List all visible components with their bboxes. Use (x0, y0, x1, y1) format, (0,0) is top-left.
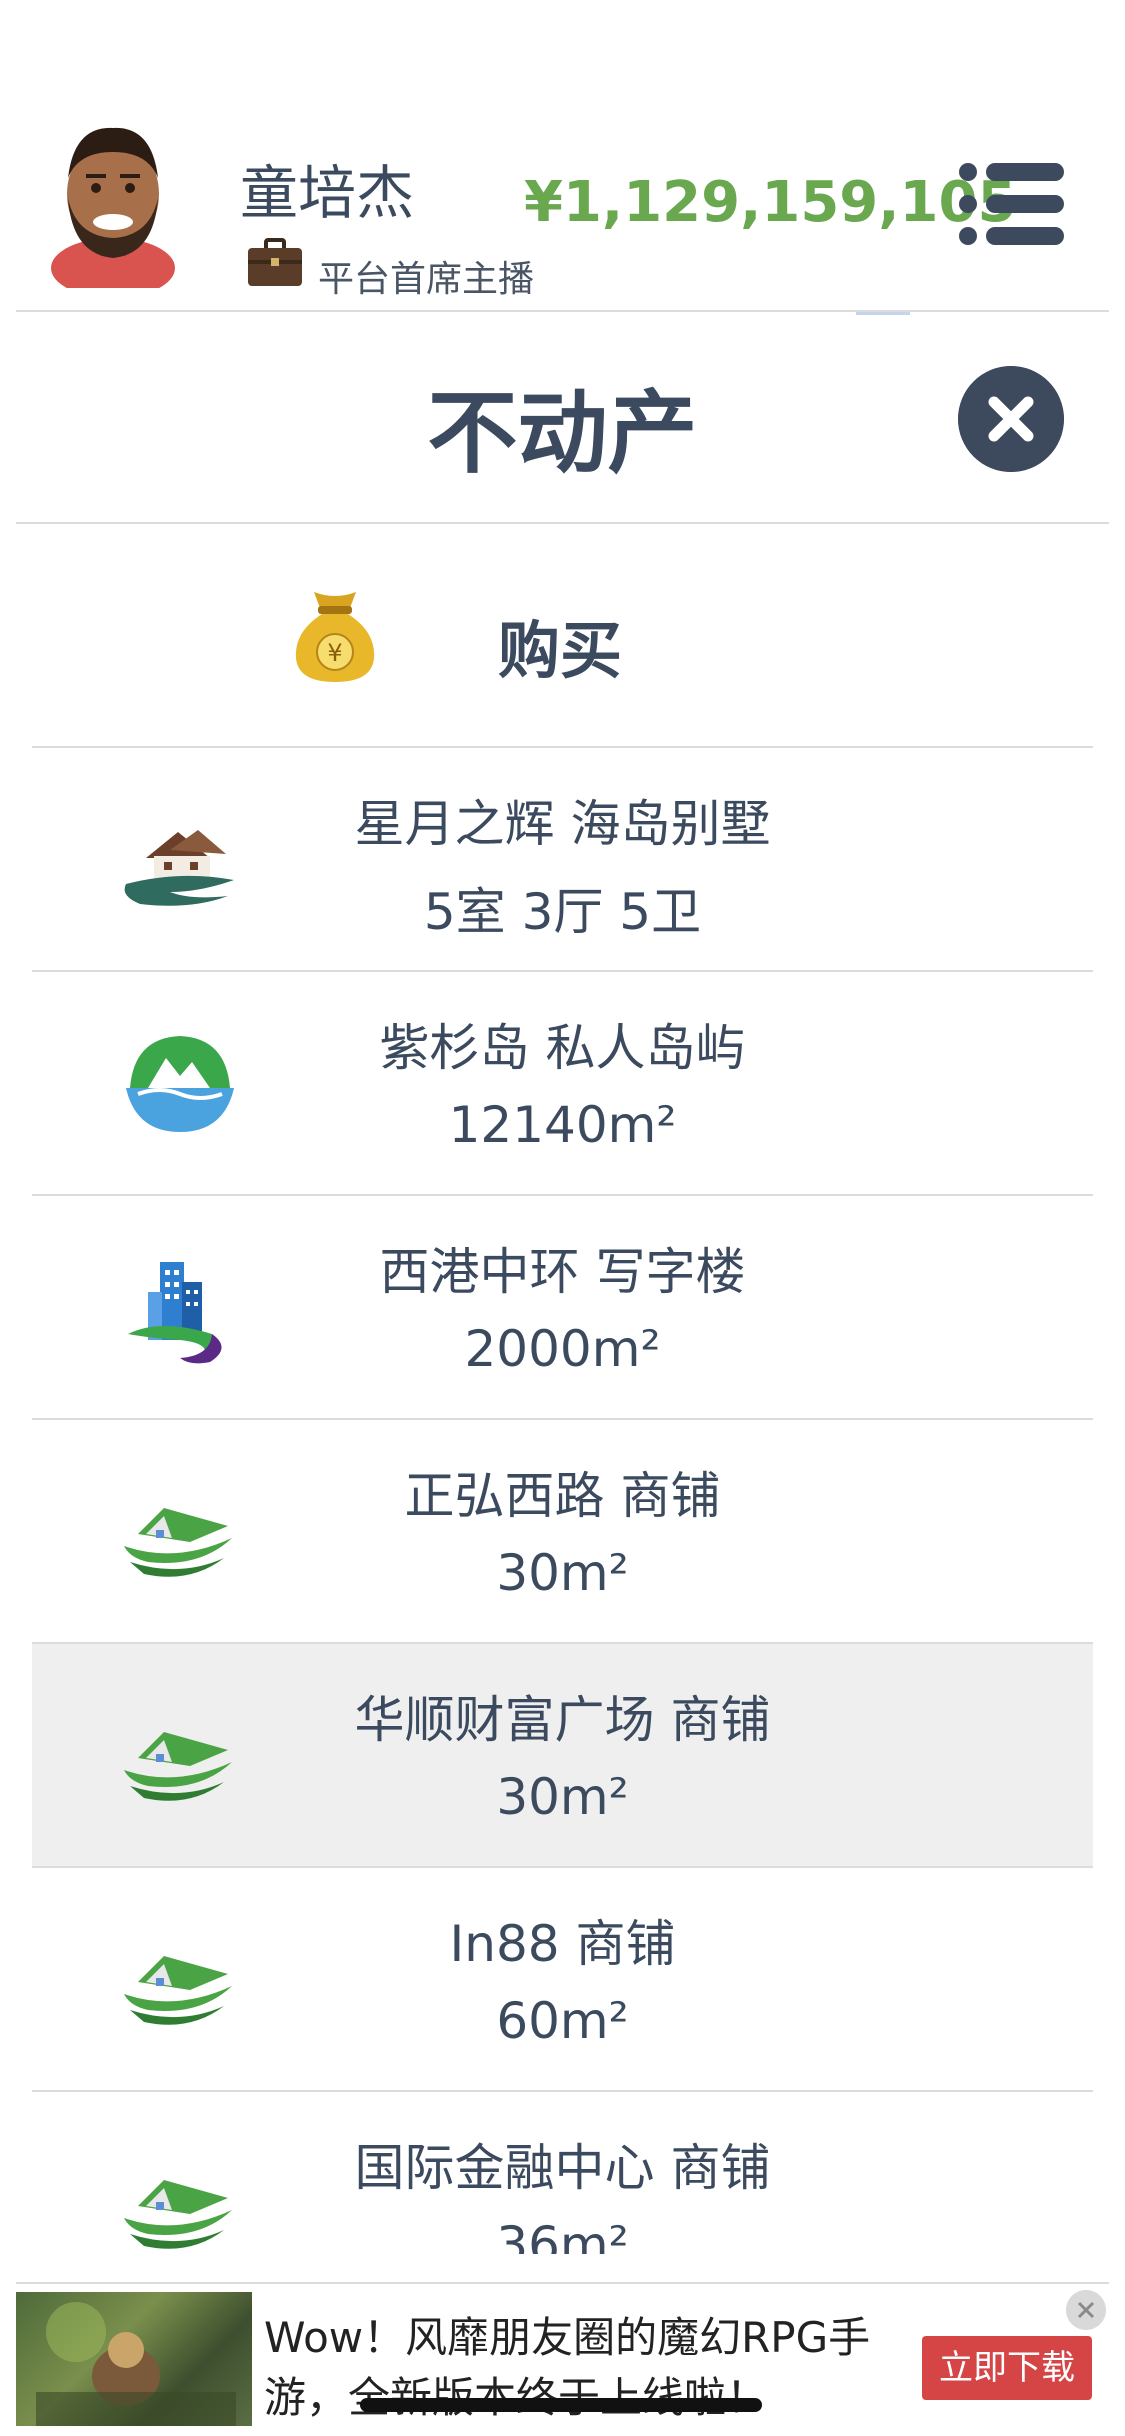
list-item-shop-4[interactable]: 国际金融中心 商铺 36m² (32, 2090, 1093, 2254)
tab-indicator (856, 312, 910, 315)
player-title: 平台首席主播 (318, 259, 535, 300)
player-name: 童培杰 (240, 159, 415, 227)
money-bag-icon: ¥ (295, 592, 375, 682)
title-divider (16, 522, 1109, 524)
ad-close-icon[interactable] (1066, 2290, 1106, 2330)
property-list: 星月之辉 海岛别墅 5室 3厅 5卫 紫杉岛 私人岛屿 12140m² 西港中环… (32, 746, 1093, 2254)
property-detail: 5室 3厅 5卫 (423, 883, 702, 941)
property-name: In88 商铺 (449, 1915, 676, 1973)
briefcase-icon (248, 238, 302, 286)
svg-text:¥: ¥ (327, 639, 342, 667)
property-name: 星月之辉 海岛别墅 (354, 795, 771, 853)
top-bar: 童培杰 平台首席主播 ¥1,129,159,105 (0, 0, 1125, 310)
property-detail: 2000m² (464, 1320, 661, 1378)
property-name: 西港中环 写字楼 (379, 1243, 746, 1301)
property-name: 正弘西路 商铺 (404, 1467, 721, 1525)
menu-icon[interactable] (958, 160, 1066, 248)
ad-download-button[interactable]: 立即下载 (922, 2336, 1092, 2400)
property-name: 国际金融中心 商铺 (354, 2139, 771, 2197)
property-name: 紫杉岛 私人岛屿 (379, 1019, 746, 1077)
money-balance: ¥1,129,159,105 (524, 170, 1017, 235)
list-item-shop-2[interactable]: 华顺财富广场 商铺 30m² (32, 1642, 1093, 1868)
close-button[interactable] (958, 366, 1064, 472)
list-item-villa[interactable]: 星月之辉 海岛别墅 5室 3厅 5卫 (32, 746, 1093, 972)
property-detail: 60m² (496, 1992, 629, 2050)
buy-label: 购买 (497, 614, 622, 687)
ad-banner[interactable]: Wow！风靡朋友圈的魔幻RPG手游，全新版本终于上线啦！ 立即下载 (16, 2282, 1109, 2436)
list-item-island[interactable]: 紫杉岛 私人岛屿 12140m² (32, 970, 1093, 1196)
home-indicator (360, 2398, 762, 2412)
property-detail: 36m² (496, 2216, 629, 2254)
list-item-shop-1[interactable]: 正弘西路 商铺 30m² (32, 1418, 1093, 1644)
list-item-shop-3[interactable]: In88 商铺 60m² (32, 1866, 1093, 2092)
page-title: 不动产 (427, 381, 698, 486)
ad-image[interactable] (16, 2292, 252, 2426)
header-divider (16, 310, 1109, 312)
game-scene-icon (36, 2302, 236, 2426)
avatar[interactable] (44, 118, 182, 288)
property-detail: 30m² (496, 1544, 629, 1602)
property-name: 华顺财富广场 商铺 (354, 1691, 771, 1749)
list-item-office[interactable]: 西港中环 写字楼 2000m² (32, 1194, 1093, 1420)
property-detail: 30m² (496, 1768, 629, 1826)
property-detail: 12140m² (448, 1096, 677, 1154)
